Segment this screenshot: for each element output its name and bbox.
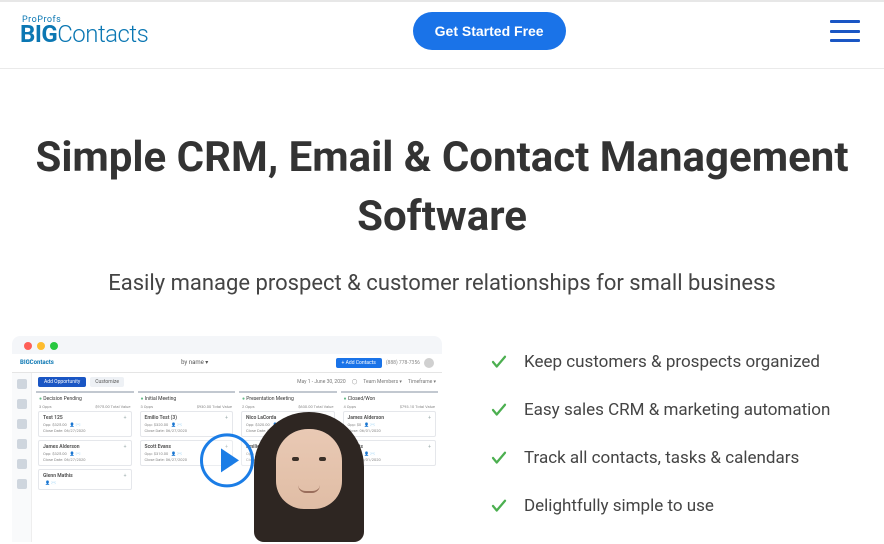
benefit-text: Easy sales CRM & marketing automation	[524, 400, 830, 420]
preview-add-contacts: + Add Contacts	[336, 358, 382, 368]
benefit-item: Keep customers & prospects organized	[490, 352, 830, 372]
window-controls	[24, 342, 58, 350]
content-row: BIGContacts by name ▾ + Add Contacts (88…	[0, 336, 884, 544]
benefit-item: Track all contacts, tasks & calendars	[490, 448, 830, 468]
pipeline-card: + Test 125 Opp: $325.00 👤 ✉️ Close Date:…	[38, 411, 132, 437]
logo-contacts: Contacts	[57, 20, 148, 48]
preview-team: Team Members ▾	[363, 379, 402, 385]
benefits-list: Keep customers & prospects organized Eas…	[490, 336, 830, 544]
play-button[interactable]	[200, 433, 254, 487]
preview-phone: (888) 778-7356	[386, 360, 420, 366]
checkmark-icon	[490, 497, 508, 515]
benefit-item: Easy sales CRM & marketing automation	[490, 400, 830, 420]
benefit-text: Track all contacts, tasks & calendars	[524, 448, 799, 468]
play-icon	[221, 448, 239, 472]
get-started-button[interactable]: Get Started Free	[413, 12, 566, 50]
benefit-text: Keep customers & prospects organized	[524, 352, 820, 372]
sidebar-icon	[17, 399, 27, 409]
hero-subtitle: Easily manage prospect & customer relati…	[24, 271, 860, 296]
checkmark-icon	[490, 401, 508, 419]
pipeline-card: + James Alderson Opp: $325.00 👤 ✉️ Close…	[38, 440, 132, 466]
brand-logo[interactable]: ProProfs BIGContacts	[20, 16, 148, 46]
logo-big: BIG	[20, 20, 57, 48]
sidebar-icon	[17, 459, 27, 469]
hero-section: Simple CRM, Email & Contact Management S…	[0, 69, 884, 336]
presenter-image	[244, 407, 374, 542]
preview-avatar	[424, 358, 434, 368]
window-close-dot	[24, 342, 32, 350]
window-maximize-dot	[50, 342, 58, 350]
sidebar-icon	[17, 439, 27, 449]
sidebar-icon	[17, 379, 27, 389]
hamburger-menu-icon[interactable]	[830, 20, 860, 42]
preview-logo: BIGContacts	[20, 359, 54, 366]
pipeline-card: + Emilio Test (3) Opp: $320.00 👤 ✉️ Clos…	[140, 411, 234, 437]
hero-title: Simple CRM, Email & Contact Management S…	[24, 129, 860, 247]
preview-date-range: May 1 - June 30, 2020	[297, 379, 346, 385]
video-thumbnail[interactable]: BIGContacts by name ▾ + Add Contacts (88…	[12, 336, 442, 542]
window-minimize-dot	[37, 342, 45, 350]
site-header: ProProfs BIGContacts Get Started Free	[0, 2, 884, 69]
sidebar-icon	[17, 479, 27, 489]
pipeline-card: + Glenn Mathis 👤 ✉️	[38, 469, 132, 490]
preview-search-by: by name ▾	[181, 359, 208, 366]
preview-sidebar	[12, 373, 32, 542]
preview-customize: Customize	[90, 377, 124, 387]
pipeline-column: ● Decision Pending 3 Opps$975.00 Total V…	[36, 391, 134, 493]
preview-add-opportunity: Add Opportunity	[38, 377, 86, 387]
benefit-text: Delightfully simple to use	[524, 496, 714, 516]
checkmark-icon	[490, 449, 508, 467]
sidebar-icon	[17, 419, 27, 429]
benefit-item: Delightfully simple to use	[490, 496, 830, 516]
preview-timeframe: Timeframe ▾	[408, 379, 436, 385]
checkmark-icon	[490, 353, 508, 371]
